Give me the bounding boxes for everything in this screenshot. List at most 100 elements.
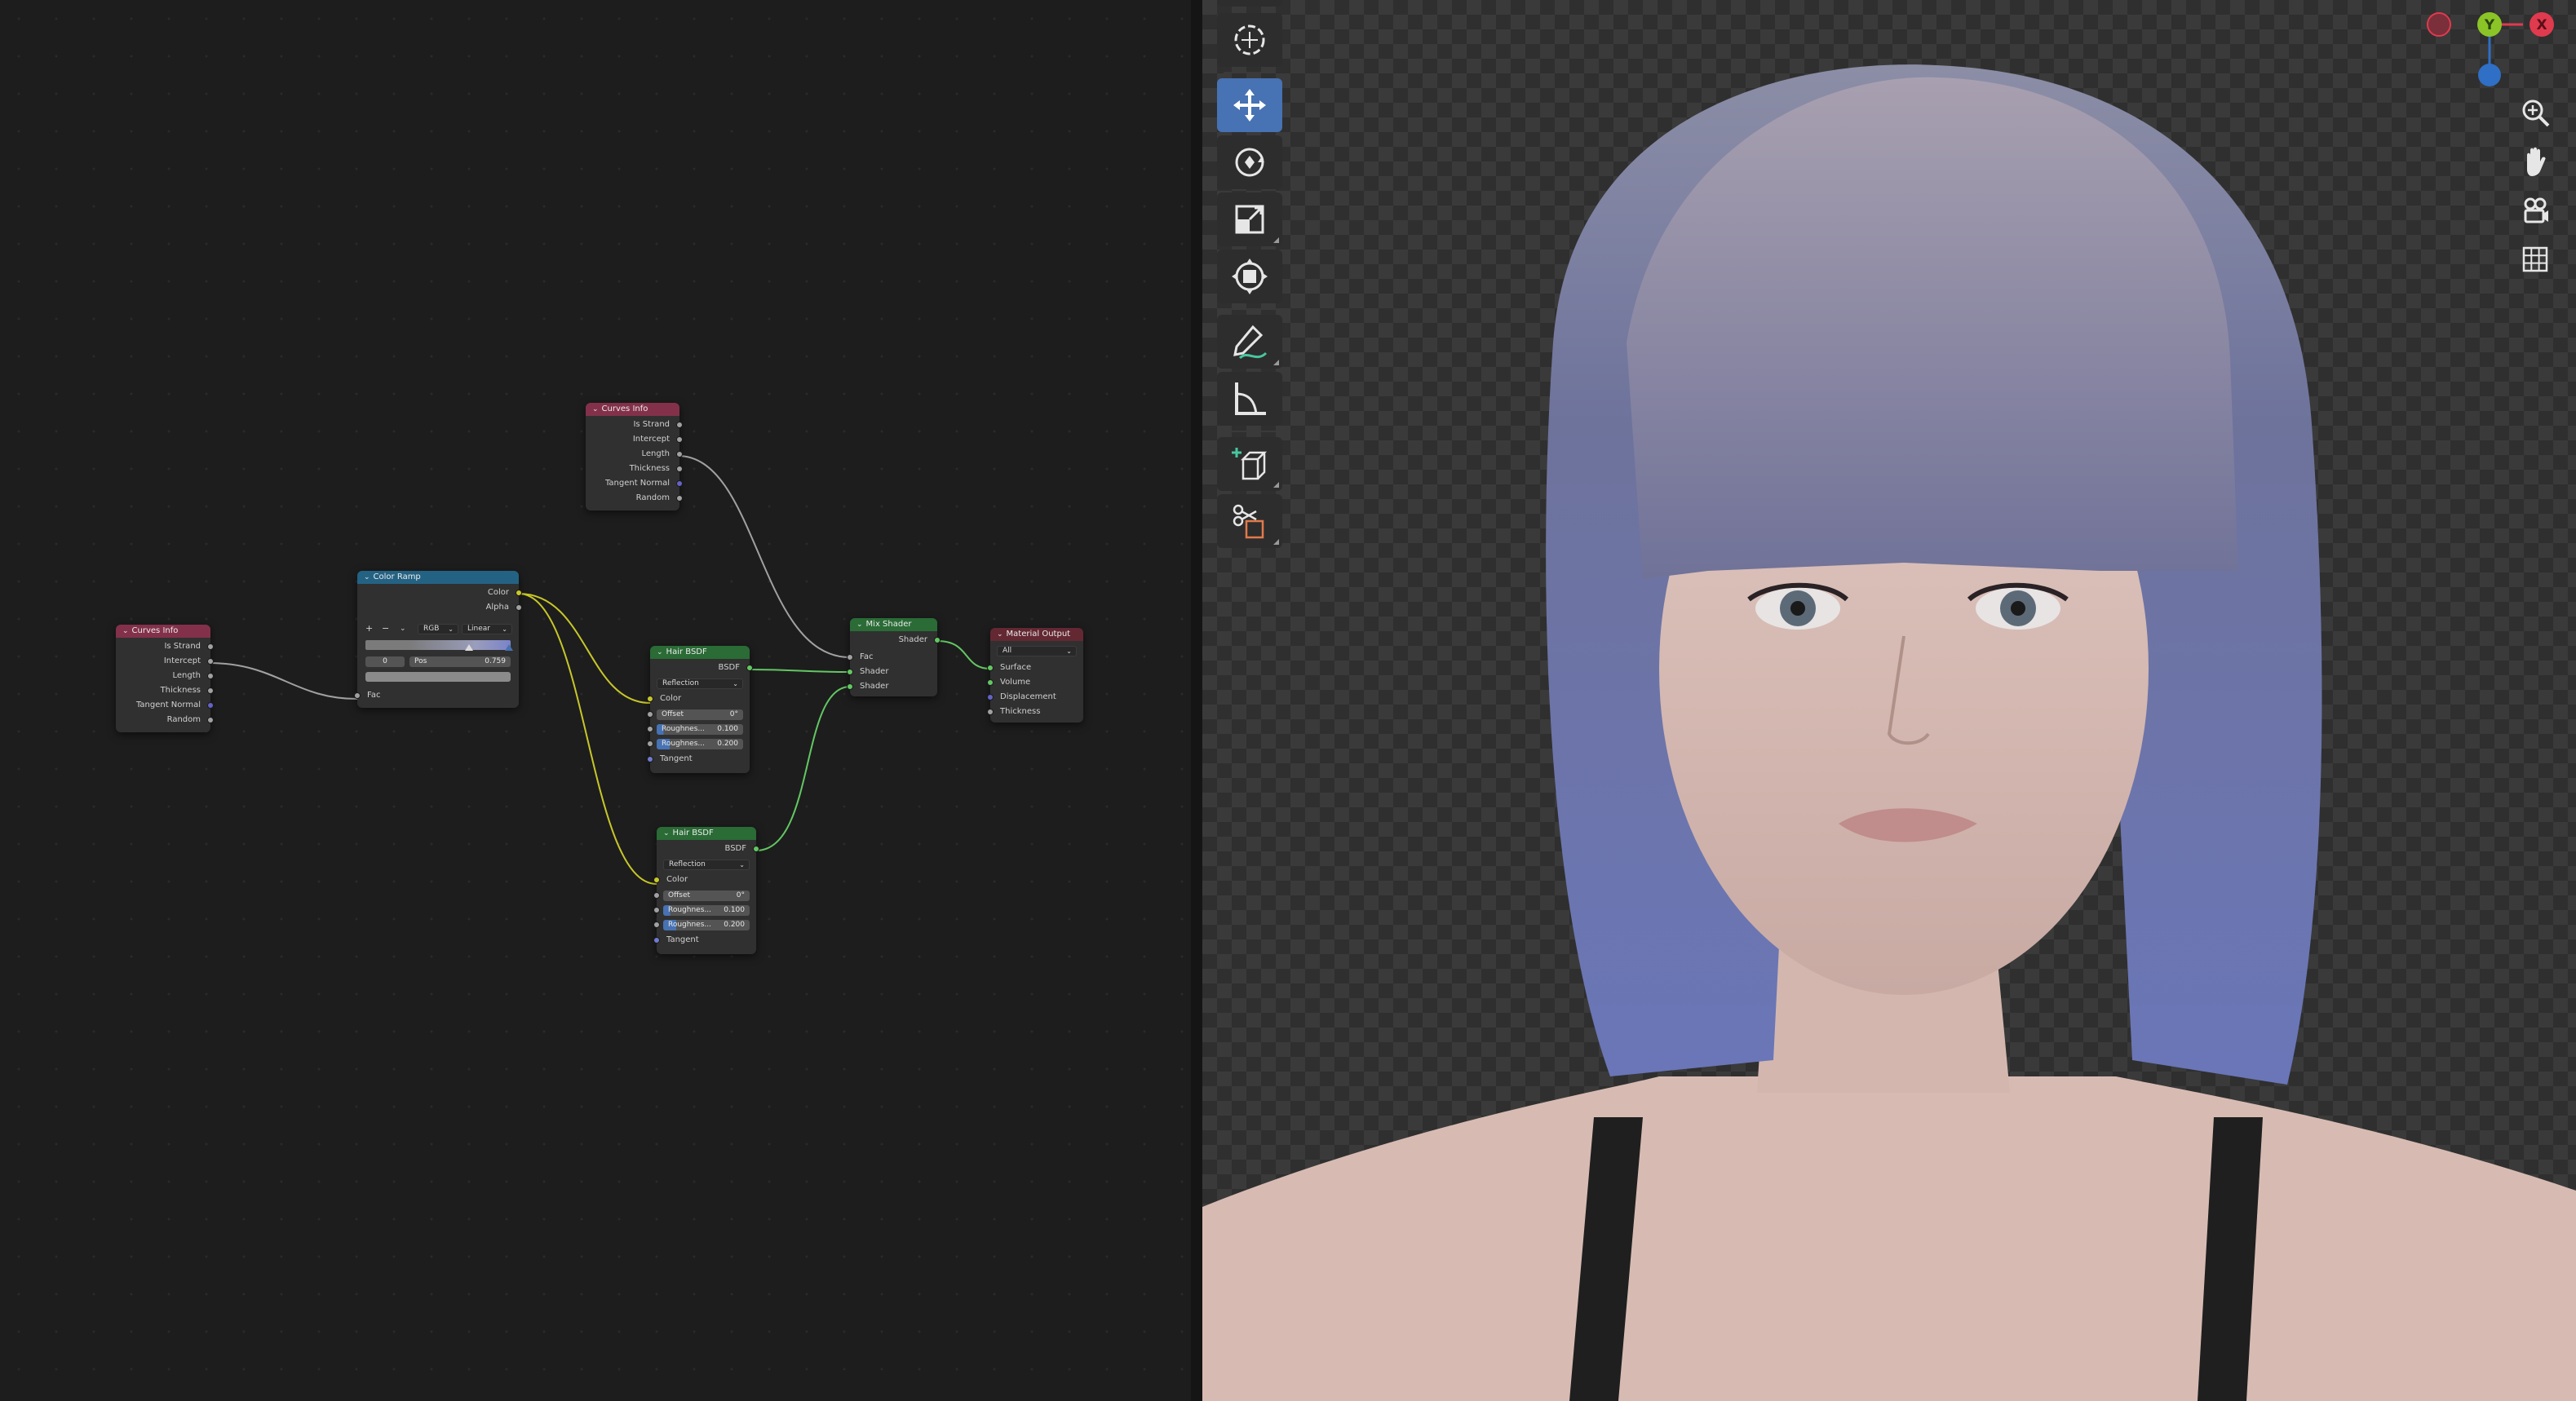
node-material-output[interactable]: ⌄ Material Output All ⌄ Surface Volume Dis… (987, 628, 1083, 723)
navigation-gizmo[interactable]: X Y (2414, 0, 2569, 98)
output-socket[interactable] (516, 604, 522, 611)
output-socket[interactable] (516, 590, 522, 596)
input-socket[interactable] (647, 696, 653, 702)
node-header[interactable]: ⌄ Color Ramp (357, 571, 519, 584)
input-socket[interactable] (987, 665, 994, 671)
chevron-down-icon[interactable]: ⌄ (592, 403, 599, 416)
output-socket[interactable] (207, 702, 214, 709)
node-header[interactable]: ⌄ Curves Info (116, 625, 210, 638)
chevron-down-icon[interactable]: ⌄ (657, 646, 663, 659)
chevron-down-icon: ⌄ (739, 861, 745, 868)
move-tool-button[interactable] (1217, 78, 1282, 132)
input-socket[interactable] (653, 907, 660, 913)
input-socket[interactable] (647, 740, 653, 747)
annotate-pencil-icon (1233, 325, 1268, 360)
area-split-divider[interactable] (1191, 0, 1202, 1401)
tool-options-corner (1273, 360, 1279, 365)
component-dropdown[interactable]: Reflection ⌄ (657, 678, 743, 689)
remove-stop-button[interactable]: − (382, 623, 389, 634)
output-socket[interactable] (207, 643, 214, 650)
color-mode-dropdown[interactable]: RGB ⌄ (418, 624, 458, 634)
chevron-down-icon[interactable]: ⌄ (997, 628, 1003, 641)
component-dropdown[interactable]: Reflection ⌄ (663, 860, 750, 870)
color-ramp-gradient[interactable] (365, 640, 511, 650)
input-socket[interactable] (653, 892, 660, 899)
output-socket[interactable] (676, 451, 683, 457)
stop-position-field[interactable]: Pos 0.759 (409, 656, 511, 667)
zoom-button[interactable] (2512, 90, 2558, 135)
cursor-tool-button[interactable] (1217, 13, 1282, 67)
chevron-down-icon[interactable]: ⌄ (856, 618, 863, 631)
input-socket[interactable] (653, 877, 660, 883)
add-cube-tool-button[interactable] (1217, 437, 1282, 491)
color-stop-handle[interactable] (505, 644, 513, 651)
rotate-tool-button[interactable] (1217, 135, 1282, 189)
transform-tool-button[interactable] (1217, 250, 1282, 303)
output-socket[interactable] (207, 658, 214, 665)
output-socket[interactable] (207, 673, 214, 679)
node-mix-shader[interactable]: ⌄ Mix Shader Shader Fac Shader Shader (847, 618, 941, 696)
offset-field[interactable]: Offset 0° (663, 891, 750, 901)
offset-field[interactable]: Offset 0° (657, 709, 743, 720)
input-socket[interactable] (647, 726, 653, 732)
node-hair-bsdf-2[interactable]: ⌄ Hair BSDF BSDF Reflection ⌄ Color Offset… (653, 827, 759, 954)
roughness-v-field[interactable]: Roughnes... 0.200 (657, 739, 743, 749)
chevron-down-icon[interactable]: ⌄ (663, 827, 670, 840)
stop-color-swatch[interactable] (365, 672, 511, 682)
measure-tool-button[interactable] (1217, 372, 1282, 426)
3d-viewport[interactable] (1202, 0, 2576, 1401)
node-curves-info-top[interactable]: ⌄ Curves Info Is Strand Intercept Length … (586, 403, 683, 510)
output-socket[interactable] (753, 846, 759, 852)
input-socket[interactable] (354, 692, 361, 699)
scissors-icon (1233, 504, 1264, 539)
scale-tool-button[interactable] (1217, 192, 1282, 246)
node-header[interactable]: ⌄ Material Output (990, 628, 1083, 641)
perspective-toggle-button[interactable] (2512, 236, 2558, 282)
input-socket[interactable] (987, 679, 994, 686)
input-socket[interactable] (987, 709, 994, 715)
input-socket[interactable] (653, 921, 660, 928)
node-title: Hair BSDF (666, 647, 707, 656)
node-color-ramp[interactable]: ⌄ Color Ramp Color Alpha + − ⌄ RGB ⌄ Linea… (354, 571, 522, 708)
output-socket[interactable] (676, 422, 683, 428)
chevron-down-icon[interactable]: ⌄ (122, 625, 129, 638)
node-header[interactable]: ⌄ Hair BSDF (650, 646, 750, 659)
annotate-tool-button[interactable] (1217, 315, 1282, 369)
input-socket[interactable] (847, 654, 853, 661)
node-hair-bsdf-1[interactable]: ⌄ Hair BSDF BSDF Reflection ⌄ Color Offset… (647, 646, 753, 773)
interpolation-dropdown[interactable]: Linear ⌄ (462, 624, 512, 634)
add-stop-button[interactable]: + (365, 623, 373, 634)
stop-index-field[interactable]: 0 (365, 656, 405, 667)
output-socket[interactable] (934, 637, 941, 643)
node-curves-info-left[interactable]: ⌄ Curves Info Is Strand Intercept Length … (116, 625, 214, 732)
node-header[interactable]: ⌄ Mix Shader (850, 618, 937, 631)
input-socket[interactable] (647, 756, 653, 762)
cut-tool-button[interactable] (1217, 494, 1282, 548)
input-socket[interactable] (987, 694, 994, 700)
input-socket[interactable] (847, 669, 853, 675)
roughness-v-field[interactable]: Roughnes... 0.200 (663, 920, 750, 930)
output-socket[interactable] (676, 436, 683, 443)
roughness-u-field[interactable]: Roughnes... 0.100 (663, 905, 750, 916)
input-socket[interactable] (653, 937, 660, 944)
output-socket[interactable] (676, 466, 683, 472)
node-header[interactable]: ⌄ Curves Info (586, 403, 679, 416)
chevron-down-icon[interactable]: ⌄ (364, 571, 370, 584)
pan-button[interactable] (2512, 139, 2558, 184)
output-socket[interactable] (207, 687, 214, 694)
output-socket[interactable] (676, 480, 683, 487)
input-socket[interactable] (647, 711, 653, 718)
output-socket[interactable] (207, 717, 214, 723)
chevron-down-icon[interactable]: ⌄ (400, 623, 406, 634)
target-dropdown[interactable]: All ⌄ (997, 646, 1077, 656)
output-label: Shader (898, 635, 927, 644)
camera-view-button[interactable] (2512, 188, 2558, 233)
input-socket[interactable] (847, 683, 853, 690)
shader-node-editor[interactable]: ⌄ Curves Info Is Strand Intercept Length … (0, 0, 1191, 1401)
node-header[interactable]: ⌄ Hair BSDF (657, 827, 756, 840)
roughness-u-field[interactable]: Roughnes... 0.100 (657, 724, 743, 735)
node-title: Curves Info (131, 626, 179, 635)
output-socket[interactable] (746, 665, 753, 671)
color-stop-handle[interactable] (465, 644, 473, 651)
output-socket[interactable] (676, 495, 683, 502)
